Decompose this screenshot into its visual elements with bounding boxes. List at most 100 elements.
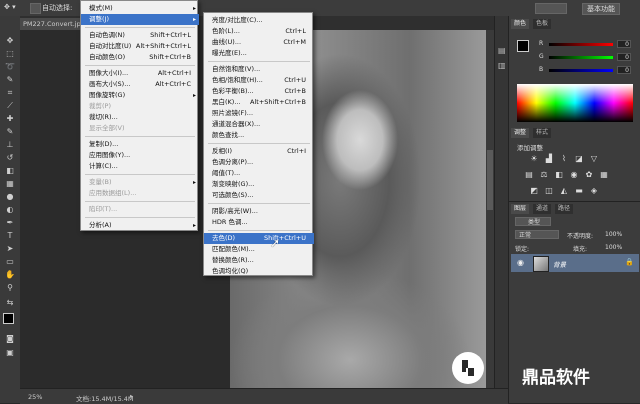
- healing-brush-icon[interactable]: ✚: [4, 114, 16, 123]
- menu-item[interactable]: 照片滤镜(F)...: [204, 108, 314, 119]
- green-slider[interactable]: [549, 56, 613, 59]
- photo-filter-adjust-icon[interactable]: ◉: [569, 170, 579, 179]
- menu-item[interactable]: 自动对比度(U) Alt+Shift+Ctrl+L: [81, 41, 199, 52]
- eyedropper-icon[interactable]: ⟋: [4, 101, 16, 110]
- eraser-tool-icon[interactable]: ◧: [4, 166, 16, 175]
- dodge-tool-icon[interactable]: ◐: [4, 205, 16, 214]
- quick-select-icon[interactable]: ✎: [4, 75, 16, 84]
- menu-item[interactable]: 模式(M) ▸: [81, 3, 199, 14]
- menu-item[interactable]: 阴影/高光(W)...: [204, 206, 314, 217]
- channel-mixer-adjust-icon[interactable]: ✿: [584, 170, 594, 179]
- marquee-tool-icon[interactable]: ⬚: [4, 49, 16, 58]
- crop-tool-icon[interactable]: ⌗: [4, 88, 16, 97]
- clone-stamp-icon[interactable]: ⊥: [4, 140, 16, 149]
- layer-name[interactable]: 背景: [553, 259, 566, 269]
- blur-tool-icon[interactable]: ●: [4, 192, 16, 201]
- type-tool-icon[interactable]: T: [4, 231, 16, 240]
- curves-adjust-icon[interactable]: ⌇: [559, 154, 569, 163]
- exposure-adjust-icon[interactable]: ◪: [574, 154, 584, 163]
- red-slider[interactable]: [549, 43, 613, 46]
- workspace-select[interactable]: 基本功能: [582, 3, 620, 15]
- gradient-map-adjust-icon[interactable]: ▬: [574, 186, 584, 195]
- brush-tool-icon[interactable]: ✎: [4, 127, 16, 136]
- menu-item[interactable]: 画布大小(S)... Alt+Ctrl+C: [81, 79, 199, 90]
- status-arrow-icon[interactable]: ▸: [130, 392, 133, 400]
- selective-color-adjust-icon[interactable]: ◈: [589, 186, 599, 195]
- menu-item[interactable]: 阈值(T)...: [204, 168, 314, 179]
- quick-mask-icon[interactable]: ◙: [4, 334, 16, 343]
- tab-swatches[interactable]: 色板: [533, 19, 552, 29]
- posterize-adjust-icon[interactable]: ◫: [544, 186, 554, 195]
- tab-adjustments[interactable]: 调整: [511, 128, 530, 138]
- menu-item[interactable]: 图像大小(I)... Alt+Ctrl+I: [81, 68, 199, 79]
- zoom-tool-icon[interactable]: ⚲: [4, 283, 16, 292]
- menu-item[interactable]: 裁切(R)...: [81, 112, 199, 123]
- menu-item[interactable]: 黑白(K)... Alt+Shift+Ctrl+B: [204, 97, 314, 108]
- tab-styles[interactable]: 样式: [533, 128, 552, 138]
- pen-tool-icon[interactable]: ✒: [4, 218, 16, 227]
- menu-item[interactable]: 色调均化(Q): [204, 266, 314, 277]
- menu-item[interactable]: 图像旋转(G) ▸: [81, 90, 199, 101]
- menu-item[interactable]: 渐变映射(G)...: [204, 179, 314, 190]
- menu-item[interactable]: 通道混合器(X)...: [204, 119, 314, 130]
- auto-select-checkbox[interactable]: [30, 3, 41, 14]
- red-value[interactable]: 0: [617, 40, 631, 48]
- lasso-tool-icon[interactable]: ➰: [4, 62, 16, 71]
- layer-row-background[interactable]: ◉ 背景 🔒: [511, 254, 639, 272]
- opacity-value[interactable]: 100%: [605, 231, 622, 238]
- color-spectrum[interactable]: [517, 84, 633, 122]
- blue-value[interactable]: 0: [617, 66, 631, 74]
- scrollbar-thumb[interactable]: [487, 150, 493, 210]
- color-lookup-adjust-icon[interactable]: ▦: [599, 170, 609, 179]
- menu-item[interactable]: 替换颜色(R)...: [204, 255, 314, 266]
- black-white-adjust-icon[interactable]: ◧: [554, 170, 564, 179]
- brightness-adjust-icon[interactable]: ☀: [529, 154, 539, 163]
- swap-colors-icon[interactable]: ⇆: [4, 298, 16, 307]
- screen-mode-icon[interactable]: ▣: [4, 348, 16, 357]
- history-panel-icon[interactable]: ▤: [498, 46, 506, 55]
- menu-item[interactable]: 颜色查找...: [204, 130, 314, 141]
- path-select-icon[interactable]: ➤: [4, 244, 16, 253]
- menu-item[interactable]: 曲线(U)... Ctrl+M: [204, 37, 314, 48]
- tab-paths[interactable]: 路径: [555, 204, 574, 214]
- tab-channels[interactable]: 通道: [533, 204, 552, 214]
- vibrance-adjust-icon[interactable]: ▽: [589, 154, 599, 163]
- hand-tool-icon[interactable]: ✋: [4, 270, 16, 279]
- menu-item[interactable]: 色相/饱和度(H)... Ctrl+U: [204, 75, 314, 86]
- tab-layers[interactable]: 图层: [511, 204, 530, 214]
- menu-item[interactable]: 曝光度(E)...: [204, 48, 314, 59]
- gradient-tool-icon[interactable]: ▦: [4, 179, 16, 188]
- blue-slider[interactable]: [549, 69, 613, 72]
- levels-adjust-icon[interactable]: ▟: [544, 154, 554, 163]
- menu-item[interactable]: 分析(A) ▸: [81, 220, 199, 231]
- menu-item[interactable]: 自动色调(N) Shift+Ctrl+L: [81, 30, 199, 41]
- menu-item[interactable]: HDR 色调...: [204, 217, 314, 228]
- menu-item[interactable]: 去色(D) Shift+Ctrl+U: [204, 233, 314, 244]
- menu-item[interactable]: 匹配颜色(M)...: [204, 244, 314, 255]
- tab-color[interactable]: 颜色: [511, 19, 530, 29]
- invert-adjust-icon[interactable]: ◩: [529, 186, 539, 195]
- green-value[interactable]: 0: [617, 53, 631, 61]
- move-tool-icon[interactable]: ✥: [4, 36, 16, 45]
- layer-kind-filter[interactable]: 类型: [515, 217, 551, 226]
- menu-item[interactable]: 自动颜色(O) Shift+Ctrl+B: [81, 52, 199, 63]
- menu-item[interactable]: 色阶(L)... Ctrl+L: [204, 26, 314, 37]
- menu-item[interactable]: 色调分离(P)...: [204, 157, 314, 168]
- fill-value[interactable]: 100%: [605, 244, 622, 251]
- threshold-adjust-icon[interactable]: ◭: [559, 186, 569, 195]
- zoom-level[interactable]: 25%: [28, 393, 42, 401]
- shape-tool-icon[interactable]: ▭: [4, 257, 16, 266]
- menu-item[interactable]: 自然饱和度(V)...: [204, 64, 314, 75]
- menu-item[interactable]: 复制(D)...: [81, 139, 199, 150]
- visibility-eye-icon[interactable]: ◉: [517, 258, 524, 267]
- history-brush-icon[interactable]: ↺: [4, 153, 16, 162]
- menu-item[interactable]: 反相(I) Ctrl+I: [204, 146, 314, 157]
- document-tab[interactable]: PM227.Convert.jpg @ 25% (RGB/8): [20, 18, 80, 30]
- blend-mode-select[interactable]: 正常: [515, 230, 559, 239]
- menu-item[interactable]: 色彩平衡(B)... Ctrl+B: [204, 86, 314, 97]
- color-fg-swatch[interactable]: [517, 40, 529, 52]
- hue-sat-adjust-icon[interactable]: ▤: [524, 170, 534, 179]
- menu-item[interactable]: 调整(J) ▸: [81, 14, 199, 25]
- menu-item[interactable]: 亮度/对比度(C)...: [204, 15, 314, 26]
- workspace-switcher[interactable]: [535, 3, 567, 14]
